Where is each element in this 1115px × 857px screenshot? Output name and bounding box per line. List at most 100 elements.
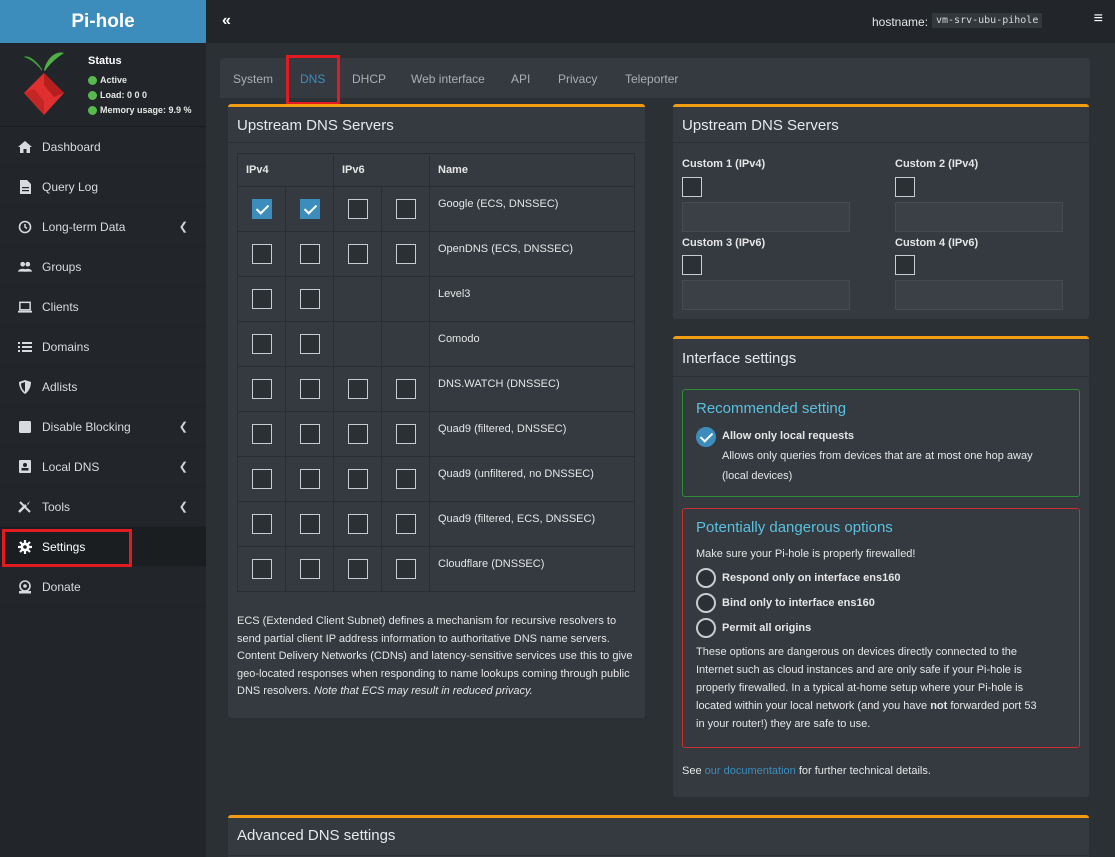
custom-3-input[interactable] [682, 280, 850, 310]
sidebar-item-dashboard[interactable]: Dashboard [0, 127, 206, 167]
custom-1-label: Custom 1 (IPv4) [682, 158, 766, 170]
checkbox-quad9-filtered-ipv6-2[interactable] [395, 424, 416, 444]
sidebar-item-groups[interactable]: Groups [0, 247, 206, 287]
checkbox-quad9-filtered-ipv4-1[interactable] [251, 424, 272, 444]
checkbox-quad9-ecs-ipv6-2[interactable] [395, 514, 416, 534]
sidebar-item-query-log[interactable]: Query Log [0, 167, 206, 207]
checkbox-cloudflare-ipv6-2[interactable] [395, 559, 416, 579]
checkbox-cloudflare-ipv4-1[interactable] [251, 559, 272, 579]
warning-line-1: These options are dangerous on devices d… [696, 646, 1018, 658]
checkbox-quad9-unfiltered-ipv6-2[interactable] [395, 469, 416, 489]
checkbox-dnswatch-ipv4-1[interactable] [251, 379, 272, 399]
checkbox-google-ipv4-2[interactable] [299, 199, 320, 219]
interface-settings-panel: Interface settings Recommended setting A… [673, 336, 1089, 797]
column-header-ipv4: IPv4 [237, 153, 334, 187]
tab-dhcp[interactable]: DHCP [352, 72, 386, 86]
respond-interface-radio[interactable] [696, 568, 716, 588]
checkbox-quad9-unfiltered-ipv4-1[interactable] [251, 469, 272, 489]
sidebar-item-local-dns[interactable]: Local DNS ❮ [0, 447, 206, 487]
table-row: Comodo [237, 321, 635, 367]
status-panel: Status Active Load: 0 0 0 Memory usage: … [0, 43, 206, 127]
chevron-left-icon: ❮ [178, 221, 188, 233]
checkbox-google-ipv4-1[interactable] [251, 199, 272, 219]
checkbox-cloudflare-ipv4-2[interactable] [299, 559, 320, 579]
bind-interface-label[interactable]: Bind only to interface ens160 [722, 597, 875, 609]
dangerous-options-box: Potentially dangerous options Make sure … [682, 508, 1080, 748]
custom-2-checkbox[interactable] [895, 177, 915, 197]
tab-teleporter[interactable]: Teleporter [625, 72, 678, 86]
sidebar-item-adlists[interactable]: Adlists [0, 367, 206, 407]
warning-line-4: located within your local network (and y… [696, 700, 1037, 712]
server-name: Google (ECS, DNSSEC) [429, 186, 635, 232]
custom-2-input[interactable] [895, 202, 1063, 232]
checkbox-opendns-ipv6-2[interactable] [395, 244, 416, 264]
checkbox-level3-ipv4-1[interactable] [251, 289, 272, 309]
bind-interface-radio[interactable] [696, 593, 716, 613]
checkbox-quad9-ecs-ipv4-1[interactable] [251, 514, 272, 534]
allow-local-label[interactable]: Allow only local requests [722, 430, 854, 442]
checkbox-quad9-unfiltered-ipv4-2[interactable] [299, 469, 320, 489]
column-header-ipv6: IPv6 [333, 153, 430, 187]
documentation-note: See our documentation for further techni… [682, 765, 931, 777]
ecs-description: ECS (Extended Client Subnet) defines a m… [237, 613, 637, 701]
sidebar-item-tools[interactable]: Tools ❮ [0, 487, 206, 527]
checkbox-google-ipv6-1[interactable] [347, 199, 368, 219]
custom-4-checkbox[interactable] [895, 255, 915, 275]
checkbox-dnswatch-ipv4-2[interactable] [299, 379, 320, 399]
sidebar-item-domains[interactable]: Domains [0, 327, 206, 367]
sidebar-item-long-term-data[interactable]: Long-term Data ❮ [0, 207, 206, 247]
checkbox-comodo-ipv4-1[interactable] [251, 334, 272, 354]
respond-interface-label[interactable]: Respond only on interface ens160 [722, 572, 901, 584]
hostname-label: hostname: [872, 15, 929, 29]
sidebar-item-label: Query Log [42, 179, 99, 194]
custom-4-input[interactable] [895, 280, 1063, 310]
warning-line-3: properly firewalled. In a typical at-hom… [696, 682, 1024, 694]
allow-local-radio[interactable] [696, 427, 716, 447]
permit-all-radio[interactable] [696, 618, 716, 638]
documentation-link[interactable]: our documentation [705, 765, 796, 777]
tab-system[interactable]: System [233, 72, 273, 86]
checkbox-comodo-ipv4-2[interactable] [299, 334, 320, 354]
server-name: Quad9 (filtered, ECS, DNSSEC) [429, 501, 635, 547]
shield-icon [18, 379, 32, 394]
checkbox-google-ipv6-2[interactable] [395, 199, 416, 219]
checkbox-quad9-filtered-ipv6-1[interactable] [347, 424, 368, 444]
tab-privacy[interactable]: Privacy [558, 72, 597, 86]
advanced-dns-panel: Advanced DNS settings [228, 815, 1089, 857]
checkbox-quad9-ecs-ipv6-1[interactable] [347, 514, 368, 534]
chevron-left-icon: ❮ [178, 421, 188, 433]
checkbox-quad9-unfiltered-ipv6-1[interactable] [347, 469, 368, 489]
status-dot-icon [88, 90, 97, 100]
app-logo[interactable]: Pi-hole [0, 0, 206, 43]
menu-icon[interactable]: ≡ [1094, 10, 1103, 28]
sidebar-item-label: Clients [42, 299, 79, 314]
firewall-note: Make sure your Pi-hole is properly firew… [696, 548, 916, 560]
tab-web-interface[interactable]: Web interface [411, 72, 485, 86]
donate-icon [18, 579, 32, 594]
pihole-logo-icon [24, 52, 64, 115]
custom-1-input[interactable] [682, 202, 850, 232]
tab-api[interactable]: API [511, 72, 530, 86]
sidebar-item-clients[interactable]: Clients [0, 287, 206, 327]
collapse-sidebar-button[interactable]: « [222, 12, 231, 30]
status-title: Status [88, 55, 122, 67]
checkbox-quad9-ecs-ipv4-2[interactable] [299, 514, 320, 534]
checkbox-dnswatch-ipv6-2[interactable] [395, 379, 416, 399]
sidebar-item-settings[interactable]: Settings [0, 527, 206, 567]
checkbox-level3-ipv4-2[interactable] [299, 289, 320, 309]
table-row: DNS.WATCH (DNSSEC) [237, 366, 635, 412]
checkbox-opendns-ipv6-1[interactable] [347, 244, 368, 264]
checkbox-opendns-ipv4-1[interactable] [251, 244, 272, 264]
checkbox-cloudflare-ipv6-1[interactable] [347, 559, 368, 579]
checkbox-opendns-ipv4-2[interactable] [299, 244, 320, 264]
custom-4-label: Custom 4 (IPv6) [895, 237, 979, 249]
sidebar-item-disable-blocking[interactable]: Disable Blocking ❮ [0, 407, 206, 447]
permit-all-label[interactable]: Permit all origins [722, 622, 811, 634]
checkbox-quad9-filtered-ipv4-2[interactable] [299, 424, 320, 444]
custom-3-checkbox[interactable] [682, 255, 702, 275]
custom-1-checkbox[interactable] [682, 177, 702, 197]
tab-dns[interactable]: DNS [300, 72, 325, 86]
checkbox-dnswatch-ipv6-1[interactable] [347, 379, 368, 399]
sidebar-item-donate[interactable]: Donate [0, 567, 206, 607]
chevron-left-icon: ❮ [178, 501, 188, 513]
